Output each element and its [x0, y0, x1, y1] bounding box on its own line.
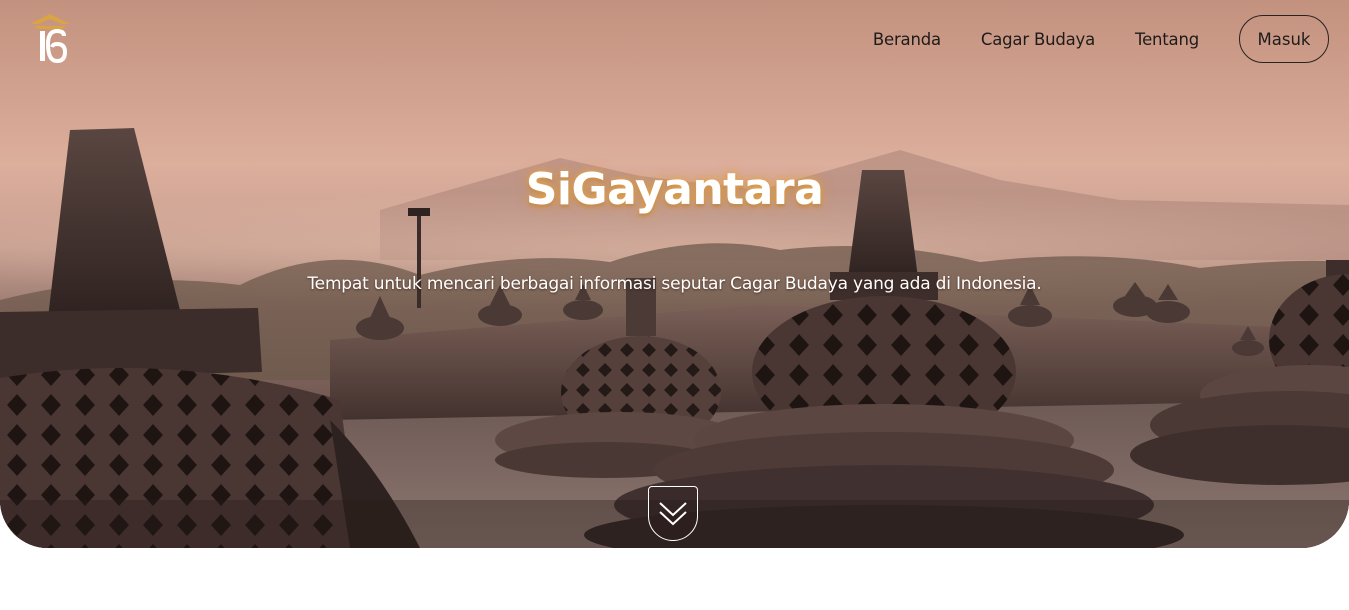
chevron-double-down-icon	[659, 501, 687, 525]
hero-subtitle: Tempat untuk mencari berbagai informasi …	[307, 274, 1042, 294]
hero-title: SiGayantara	[525, 164, 824, 215]
nav-link-beranda[interactable]: Beranda	[873, 30, 941, 49]
temple-logo-icon	[30, 14, 70, 64]
main-navigation: Beranda Cagar Budaya Tentang Masuk	[873, 14, 1329, 64]
site-logo[interactable]	[28, 12, 72, 66]
scroll-down-button[interactable]	[648, 486, 698, 541]
hero-section: Beranda Cagar Budaya Tentang Masuk SiGay…	[0, 0, 1349, 548]
nav-link-tentang[interactable]: Tentang	[1135, 30, 1199, 49]
login-button[interactable]: Masuk	[1239, 15, 1329, 63]
nav-link-cagar-budaya[interactable]: Cagar Budaya	[981, 30, 1095, 49]
